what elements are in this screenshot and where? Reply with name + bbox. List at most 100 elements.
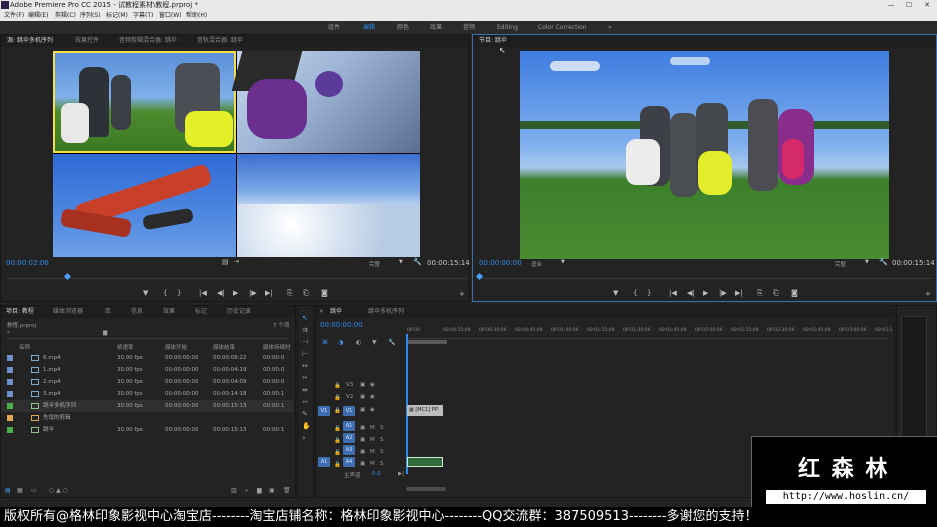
- source-add-button[interactable]: +: [459, 290, 465, 298]
- export-frame-icon[interactable]: ⇥: [234, 258, 239, 265]
- rate-stretch-tool-icon[interactable]: ↔: [302, 362, 308, 370]
- camera-4-view[interactable]: [237, 154, 420, 257]
- project-list-item[interactable]: 跳伞 30.00 fps 00:00:00:00 00:00:15:13 00:00:1: [1, 424, 293, 436]
- program-add-button[interactable]: +: [925, 290, 931, 298]
- source-patch-a1[interactable]: A1: [318, 457, 330, 467]
- track-label-v3[interactable]: V3: [346, 382, 353, 388]
- selection-tool-icon[interactable]: ↖: [302, 314, 308, 322]
- workspace-editing[interactable]: 编辑: [363, 21, 375, 34]
- sync-icon[interactable]: ▣: [360, 407, 365, 413]
- menu-marker[interactable]: 标记(M): [106, 10, 128, 21]
- step-forward-icon[interactable]: |▶: [719, 289, 727, 297]
- col-media-start[interactable]: 媒体开始: [165, 343, 187, 351]
- timeline-timecode[interactable]: 00:00:00:00: [320, 321, 363, 329]
- source-time-ruler[interactable]: [7, 272, 467, 281]
- workspace-color[interactable]: 颜色: [397, 21, 409, 34]
- track-label-a1[interactable]: A1: [343, 421, 355, 431]
- tab-audio-track-mixer[interactable]: 音轨混合器: 跳伞: [197, 35, 243, 47]
- maximize-button[interactable]: ☐: [900, 0, 918, 10]
- project-list-item[interactable]: 先增的剪辑: [1, 412, 293, 424]
- play-icon[interactable]: ▶: [233, 289, 238, 297]
- go-to-out-icon[interactable]: ▶|: [735, 289, 743, 297]
- add-marker-icon[interactable]: ▼: [372, 339, 377, 346]
- label-color-swatch[interactable]: [7, 355, 13, 361]
- step-back-icon[interactable]: ◀|: [687, 289, 695, 297]
- menu-help[interactable]: 帮助(H): [186, 10, 207, 21]
- tab-libraries[interactable]: 库: [105, 306, 111, 318]
- snap-icon[interactable]: ◑: [338, 339, 343, 346]
- camera-icon[interactable]: ◙: [321, 289, 328, 297]
- hand-tool-icon[interactable]: ✋: [302, 422, 311, 430]
- source-timecode-playhead[interactable]: 00:00:02:06: [6, 259, 49, 267]
- wrench-icon[interactable]: 🔧: [388, 339, 395, 346]
- insert-icon[interactable]: ⎘: [287, 289, 293, 298]
- tab-sequence-multicam[interactable]: 跳伞多机序列: [368, 306, 404, 318]
- tab-media-browser[interactable]: 媒体浏览器: [53, 306, 83, 318]
- camera-1-view[interactable]: [53, 51, 236, 153]
- mark-in-icon[interactable]: {: [163, 289, 167, 297]
- mark-out-icon[interactable]: }: [647, 289, 651, 297]
- list-view-icon[interactable]: ▤: [5, 487, 11, 494]
- workspace-audio[interactable]: 音频: [463, 21, 475, 34]
- trash-icon[interactable]: 🗑: [283, 487, 291, 494]
- workspace-color-correction[interactable]: Color Correction: [538, 21, 587, 34]
- track-label-a4[interactable]: A4: [343, 457, 355, 467]
- label-color-swatch[interactable]: [7, 415, 13, 421]
- workspace-editing-en[interactable]: Editing: [497, 21, 518, 34]
- timeline-ruler[interactable]: 00:00 00:00:15:00 00:00:30:00 00:00:45:00 00…: [407, 326, 892, 339]
- chevron-down-icon[interactable]: ▼: [399, 259, 403, 265]
- tab-audio-clip-mixer[interactable]: 音频剪辑混合器: 跳伞: [119, 35, 177, 47]
- workspace-effects[interactable]: 效果: [430, 21, 442, 34]
- zoom-slider[interactable]: ○ ▲ ○: [49, 487, 68, 494]
- program-quality-select[interactable]: 完整: [835, 260, 846, 268]
- go-to-end-icon[interactable]: ▶|: [398, 471, 404, 477]
- add-marker-icon[interactable]: ▼: [613, 289, 618, 297]
- sync-icon[interactable]: ▣: [360, 394, 365, 400]
- project-list-item[interactable]: 2.mp4 30.00 fps 00:00:00:00 00:00:04:09 00:0…: [1, 376, 293, 388]
- col-media-duration[interactable]: 媒体持续时: [263, 343, 291, 351]
- lock-icon[interactable]: 🔒: [334, 395, 341, 401]
- go-to-in-icon[interactable]: |◀: [669, 289, 677, 297]
- program-time-ruler[interactable]: [475, 272, 933, 281]
- freeform-view-icon[interactable]: ▭: [31, 487, 37, 494]
- col-media-end[interactable]: 媒体结束: [213, 343, 235, 351]
- settings-icon[interactable]: ▤: [222, 258, 229, 266]
- project-search-input[interactable]: ⌕ ▆: [7, 330, 287, 339]
- eye-icon[interactable]: ◉: [370, 407, 375, 413]
- camera-2-view[interactable]: [231, 51, 420, 153]
- program-fit-select[interactable]: 适合: [531, 260, 542, 268]
- eye-icon[interactable]: ◉: [370, 394, 375, 400]
- menu-window[interactable]: 窗口(W): [159, 10, 182, 21]
- track-select-tool-icon[interactable]: ⇉: [302, 326, 308, 334]
- razor-tool-icon[interactable]: ✂: [302, 374, 308, 382]
- go-to-in-icon[interactable]: |◀: [199, 289, 207, 297]
- program-timecode-playhead[interactable]: 00:00:00:00: [479, 259, 522, 267]
- tab-effect-controls[interactable]: 效果控件: [75, 35, 99, 47]
- zoom-tool-icon[interactable]: ⌕: [302, 434, 306, 443]
- master-volume[interactable]: 0.0: [372, 471, 381, 477]
- project-list-item[interactable]: 3.mp4 30.00 fps 00:00:00:00 00:00:14:18 00:0…: [1, 388, 293, 400]
- menu-edit[interactable]: 编辑(E): [28, 10, 48, 21]
- track-label-a2[interactable]: A2: [343, 433, 355, 443]
- tab-info[interactable]: 信息: [131, 306, 143, 318]
- source-playhead[interactable]: [63, 272, 72, 281]
- tab-project[interactable]: 项目: 教程: [6, 306, 34, 318]
- workspace-assembly[interactable]: 组件: [328, 21, 340, 34]
- close-button[interactable]: ✕: [918, 0, 936, 10]
- track-label-v1[interactable]: V1: [343, 406, 355, 416]
- sync-icon[interactable]: ▣: [360, 382, 365, 388]
- nest-icon[interactable]: ⌘: [322, 339, 328, 346]
- go-to-out-icon[interactable]: ▶|: [265, 289, 273, 297]
- menu-sequence[interactable]: 序列(S): [80, 10, 101, 21]
- tab-effects[interactable]: 效果: [163, 306, 175, 318]
- menu-clip[interactable]: 剪辑(C): [55, 10, 76, 21]
- chevron-down-icon[interactable]: ▼: [865, 259, 869, 265]
- icon-view-icon[interactable]: ▦: [17, 487, 23, 494]
- tab-markers[interactable]: 标记: [195, 306, 207, 318]
- mark-in-icon[interactable]: {: [633, 289, 637, 297]
- new-bin-icon[interactable]: ▆: [257, 487, 262, 494]
- program-playhead[interactable]: [475, 272, 484, 281]
- step-forward-icon[interactable]: |▶: [249, 289, 257, 297]
- track-label-a3[interactable]: A3: [343, 445, 355, 455]
- project-list-item[interactable]: 6.mp4 30.00 fps 00:00:00:00 00:00:08:22 00:0…: [1, 352, 293, 364]
